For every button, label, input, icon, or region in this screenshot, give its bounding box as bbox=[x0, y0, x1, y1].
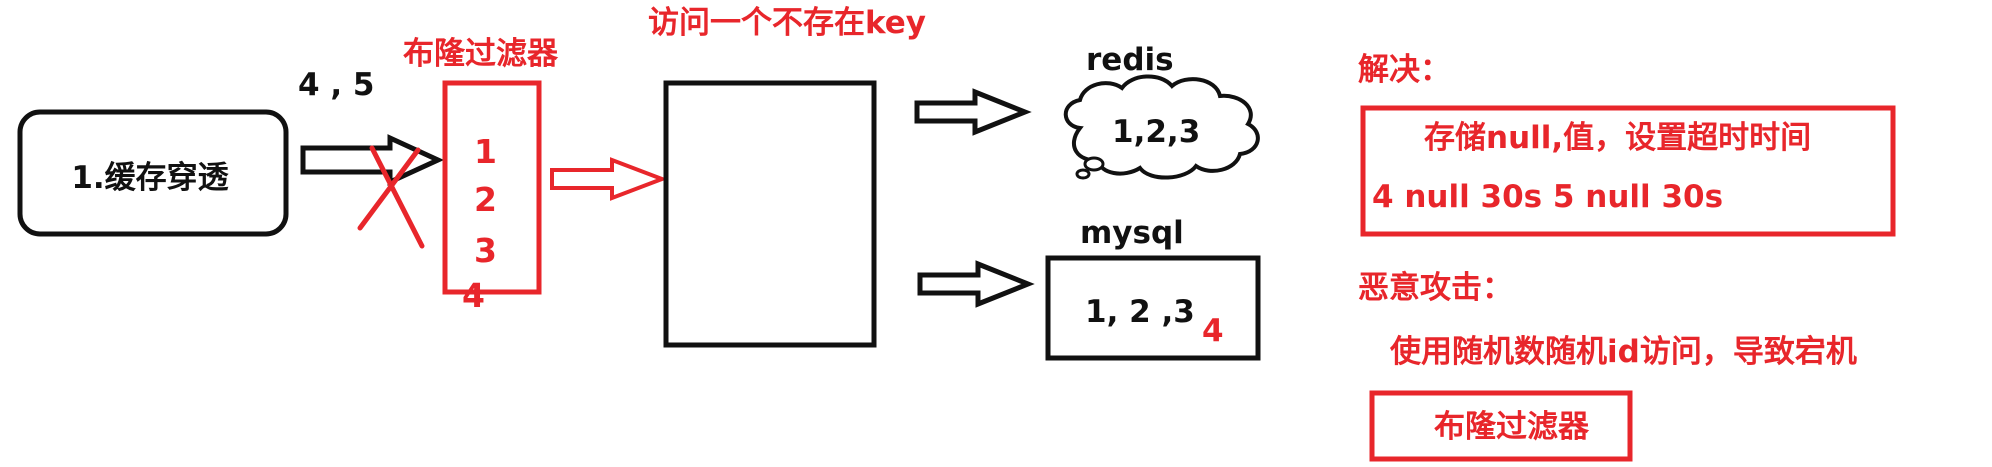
solution-line-2: 4 null 30s 5 null 30s bbox=[1372, 179, 1723, 215]
solution-line-1: 存储null,值，设置超时时间 bbox=[1424, 120, 1811, 156]
bloom-filter-title: 布隆过滤器 bbox=[403, 36, 559, 72]
bloom-value-1: 1 bbox=[474, 132, 497, 171]
pass-arrow bbox=[550, 157, 668, 201]
mysql-arrow bbox=[917, 260, 1035, 308]
bloom-value-4: 4 bbox=[462, 276, 485, 315]
redis-values: 1,2,3 bbox=[1112, 114, 1200, 150]
redis-arrow bbox=[914, 88, 1032, 136]
cache-penetration-diagram: 1.缓存穿透 4 , 5 布隆过滤器 1 2 3 4 访问一个不存在key re… bbox=[17, 5, 1896, 462]
bloom-value-2: 2 bbox=[474, 180, 497, 219]
attack-title: 恶意攻击： bbox=[1358, 270, 1513, 306]
mysql-extra-value: 4 bbox=[1202, 313, 1224, 349]
solution-title: 解决： bbox=[1358, 52, 1451, 88]
attack-description: 使用随机数随机id访问，导致宕机 bbox=[1389, 334, 1857, 370]
mysql-values: 1, 2 ,3 bbox=[1085, 294, 1195, 330]
blocked-arrow bbox=[300, 134, 445, 186]
mysql-title: mysql bbox=[1080, 215, 1184, 251]
request-keys-label: 4 , 5 bbox=[298, 67, 375, 103]
bloom-filter-solution-label: 布隆过滤器 bbox=[1434, 409, 1590, 445]
access-missing-key-label: 访问一个不存在key bbox=[648, 5, 926, 41]
service-box bbox=[663, 80, 877, 348]
redis-title: redis bbox=[1086, 42, 1174, 78]
bloom-value-3: 3 bbox=[474, 231, 497, 270]
cache-penetration-label: 1.缓存穿透 bbox=[71, 160, 228, 196]
